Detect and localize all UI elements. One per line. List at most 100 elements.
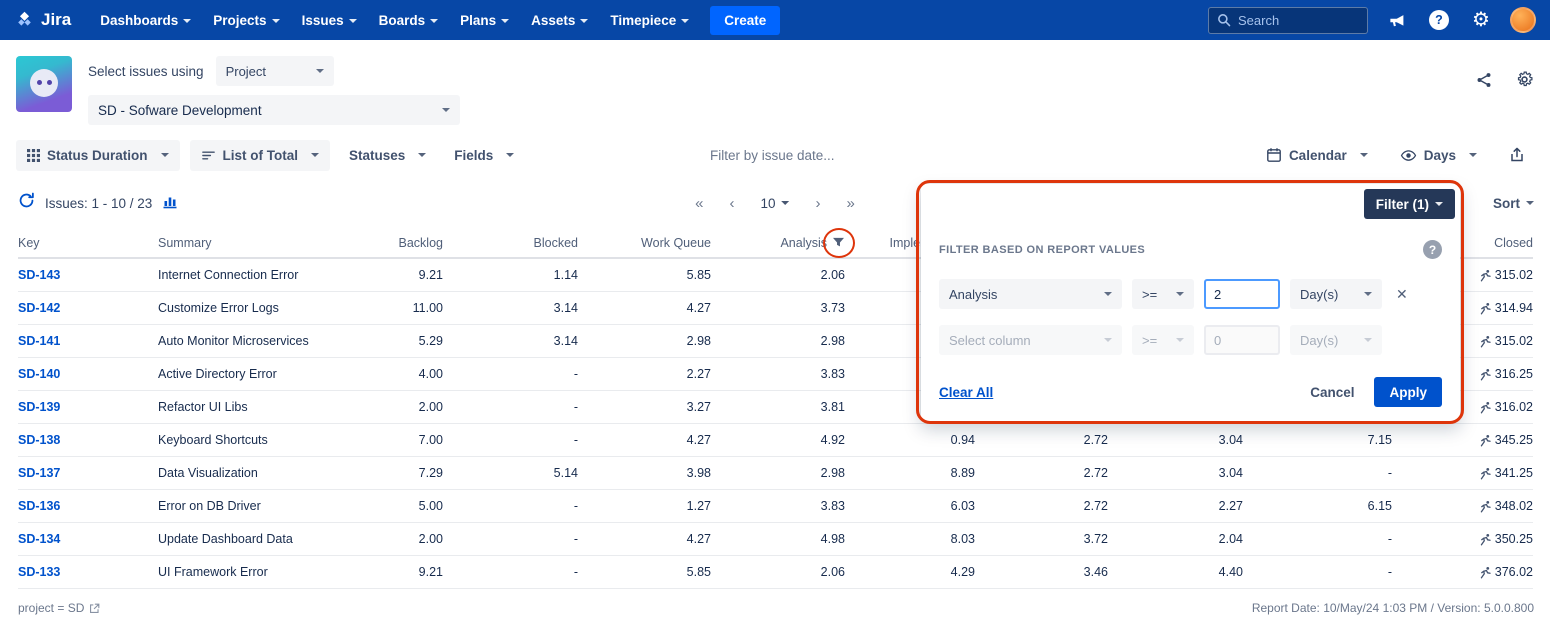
duration-cell: 8.03 <box>845 523 975 556</box>
chevron-down-icon <box>272 19 280 23</box>
filter-column-select[interactable]: Analysis <box>939 279 1122 309</box>
fields-select[interactable]: Fields <box>445 140 523 171</box>
issue-key-link[interactable]: SD-140 <box>18 367 60 381</box>
announcements-icon[interactable] <box>1384 7 1410 33</box>
issue-summary: UI Framework Error <box>158 556 388 589</box>
closed-cell: 341.25 <box>1392 457 1533 490</box>
table-row: SD-134Update Dashboard Data2.00-4.274.98… <box>18 523 1533 556</box>
column-header-analysis[interactable]: Analysis <box>711 229 845 258</box>
filter-help-icon[interactable]: ? <box>1423 240 1442 259</box>
running-person-icon <box>1479 566 1492 579</box>
duration-cell: - <box>443 358 578 391</box>
jira-logo[interactable]: Jira <box>14 10 71 31</box>
issues-count-label: Issues: 1 - 10 / 23 <box>45 196 152 211</box>
search-input[interactable] <box>1238 13 1359 28</box>
apply-button[interactable]: Apply <box>1374 377 1442 407</box>
issue-source-select[interactable]: Project <box>216 56 334 86</box>
issue-summary: Customize Error Logs <box>158 292 388 325</box>
external-link-icon[interactable] <box>89 603 100 614</box>
project-select[interactable]: SD - Sofware Development <box>88 95 460 125</box>
refresh-icon[interactable] <box>18 192 35 214</box>
nav-menu-timepiece[interactable]: Timepiece <box>601 7 698 34</box>
bar-chart-icon[interactable] <box>162 193 178 214</box>
column-header-backlog[interactable]: Backlog <box>388 229 443 258</box>
duration-cell: - <box>1243 556 1392 589</box>
clear-all-link[interactable]: Clear All <box>939 385 993 400</box>
filter-value-input[interactable] <box>1204 279 1280 309</box>
filter-operator-select[interactable]: >= <box>1132 325 1194 355</box>
help-icon[interactable]: ? <box>1426 7 1452 33</box>
column-header-summary[interactable]: Summary <box>158 229 388 258</box>
duration-cell: 5.85 <box>578 556 711 589</box>
issue-key-link[interactable]: SD-133 <box>18 565 60 579</box>
nav-menu-plans[interactable]: Plans <box>451 7 518 34</box>
filter-column-select[interactable]: Select column <box>939 325 1122 355</box>
last-page-button[interactable]: » <box>847 195 855 212</box>
column-header-key[interactable]: Key <box>18 229 158 258</box>
nav-menu-dashboards[interactable]: Dashboards <box>91 7 200 34</box>
export-button[interactable] <box>1500 140 1534 171</box>
nav-menu-issues[interactable]: Issues <box>293 7 366 34</box>
filter-unit-select[interactable]: Day(s) <box>1290 325 1382 355</box>
issue-key-link[interactable]: SD-143 <box>18 268 60 282</box>
sort-select[interactable]: Sort <box>1493 196 1534 211</box>
search-box[interactable] <box>1208 7 1368 34</box>
issue-key-link[interactable]: SD-137 <box>18 466 60 480</box>
closed-cell: 350.25 <box>1392 523 1533 556</box>
grid-icon <box>27 149 40 162</box>
issue-key-link[interactable]: SD-142 <box>18 301 60 315</box>
settings-gear-icon[interactable]: ⚙ <box>1468 7 1494 33</box>
chevron-down-icon <box>1104 292 1112 296</box>
cancel-button[interactable]: Cancel <box>1310 385 1354 400</box>
filter-value-input[interactable] <box>1204 325 1280 355</box>
view-mode-select[interactable]: List of Total <box>190 140 331 171</box>
page-size-select[interactable]: 10 <box>760 196 789 211</box>
report-header: Select issues using Project SD - Sofware… <box>0 40 1550 135</box>
next-page-button[interactable]: › <box>816 195 821 212</box>
time-unit-select[interactable]: Days <box>1391 140 1486 171</box>
issue-summary: Error on DB Driver <box>158 490 388 523</box>
export-icon <box>1509 147 1525 163</box>
duration-cell: 2.00 <box>388 523 443 556</box>
report-type-select[interactable]: Status Duration <box>16 140 180 171</box>
chevron-down-icon <box>311 153 319 157</box>
issue-key-link[interactable]: SD-139 <box>18 400 60 414</box>
calendar-select[interactable]: Calendar <box>1257 140 1377 171</box>
report-settings-gear-icon[interactable] <box>1515 70 1534 94</box>
column-header-work-queue[interactable]: Work Queue <box>578 229 711 258</box>
chevron-down-icon <box>442 108 450 112</box>
remove-filter-icon[interactable]: ✕ <box>1396 286 1408 303</box>
table-row: SD-137Data Visualization7.295.143.982.98… <box>18 457 1533 490</box>
issue-date-filter-input[interactable]: Filter by issue date... <box>710 148 835 163</box>
issue-key-link[interactable]: SD-141 <box>18 334 60 348</box>
user-avatar[interactable] <box>1510 7 1536 33</box>
filter-button[interactable]: Filter (1) <box>1364 189 1455 219</box>
first-page-button[interactable]: « <box>695 195 703 212</box>
duration-cell: 0.94 <box>845 424 975 457</box>
column-header-blocked[interactable]: Blocked <box>443 229 578 258</box>
filter-unit-select[interactable]: Day(s) <box>1290 279 1382 309</box>
create-button[interactable]: Create <box>710 6 780 35</box>
chevron-down-icon <box>1176 292 1184 296</box>
issue-summary: Keyboard Shortcuts <box>158 424 388 457</box>
duration-cell: 3.83 <box>711 490 845 523</box>
issue-key-link[interactable]: SD-136 <box>18 499 60 513</box>
issue-summary: Active Directory Error <box>158 358 388 391</box>
issue-key-link[interactable]: SD-138 <box>18 433 60 447</box>
duration-cell: 5.29 <box>388 325 443 358</box>
nav-menu-projects[interactable]: Projects <box>204 7 288 34</box>
page-footer: project = SD Report Date: 10/May/24 1:03… <box>0 601 1550 615</box>
filter-operator-select[interactable]: >= <box>1132 279 1194 309</box>
statuses-select[interactable]: Statuses <box>340 140 435 171</box>
prev-page-button[interactable]: ‹ <box>729 195 734 212</box>
issue-key-link[interactable]: SD-134 <box>18 532 60 546</box>
duration-cell: 2.72 <box>975 424 1108 457</box>
nav-menu-assets[interactable]: Assets <box>522 7 597 34</box>
chevron-down-icon <box>1176 338 1184 342</box>
share-icon[interactable] <box>1475 71 1493 94</box>
duration-cell: 4.98 <box>711 523 845 556</box>
funnel-filter-icon[interactable] <box>832 237 845 248</box>
eye-icon <box>1400 147 1417 164</box>
closed-cell: 345.25 <box>1392 424 1533 457</box>
nav-menu-boards[interactable]: Boards <box>370 7 448 34</box>
